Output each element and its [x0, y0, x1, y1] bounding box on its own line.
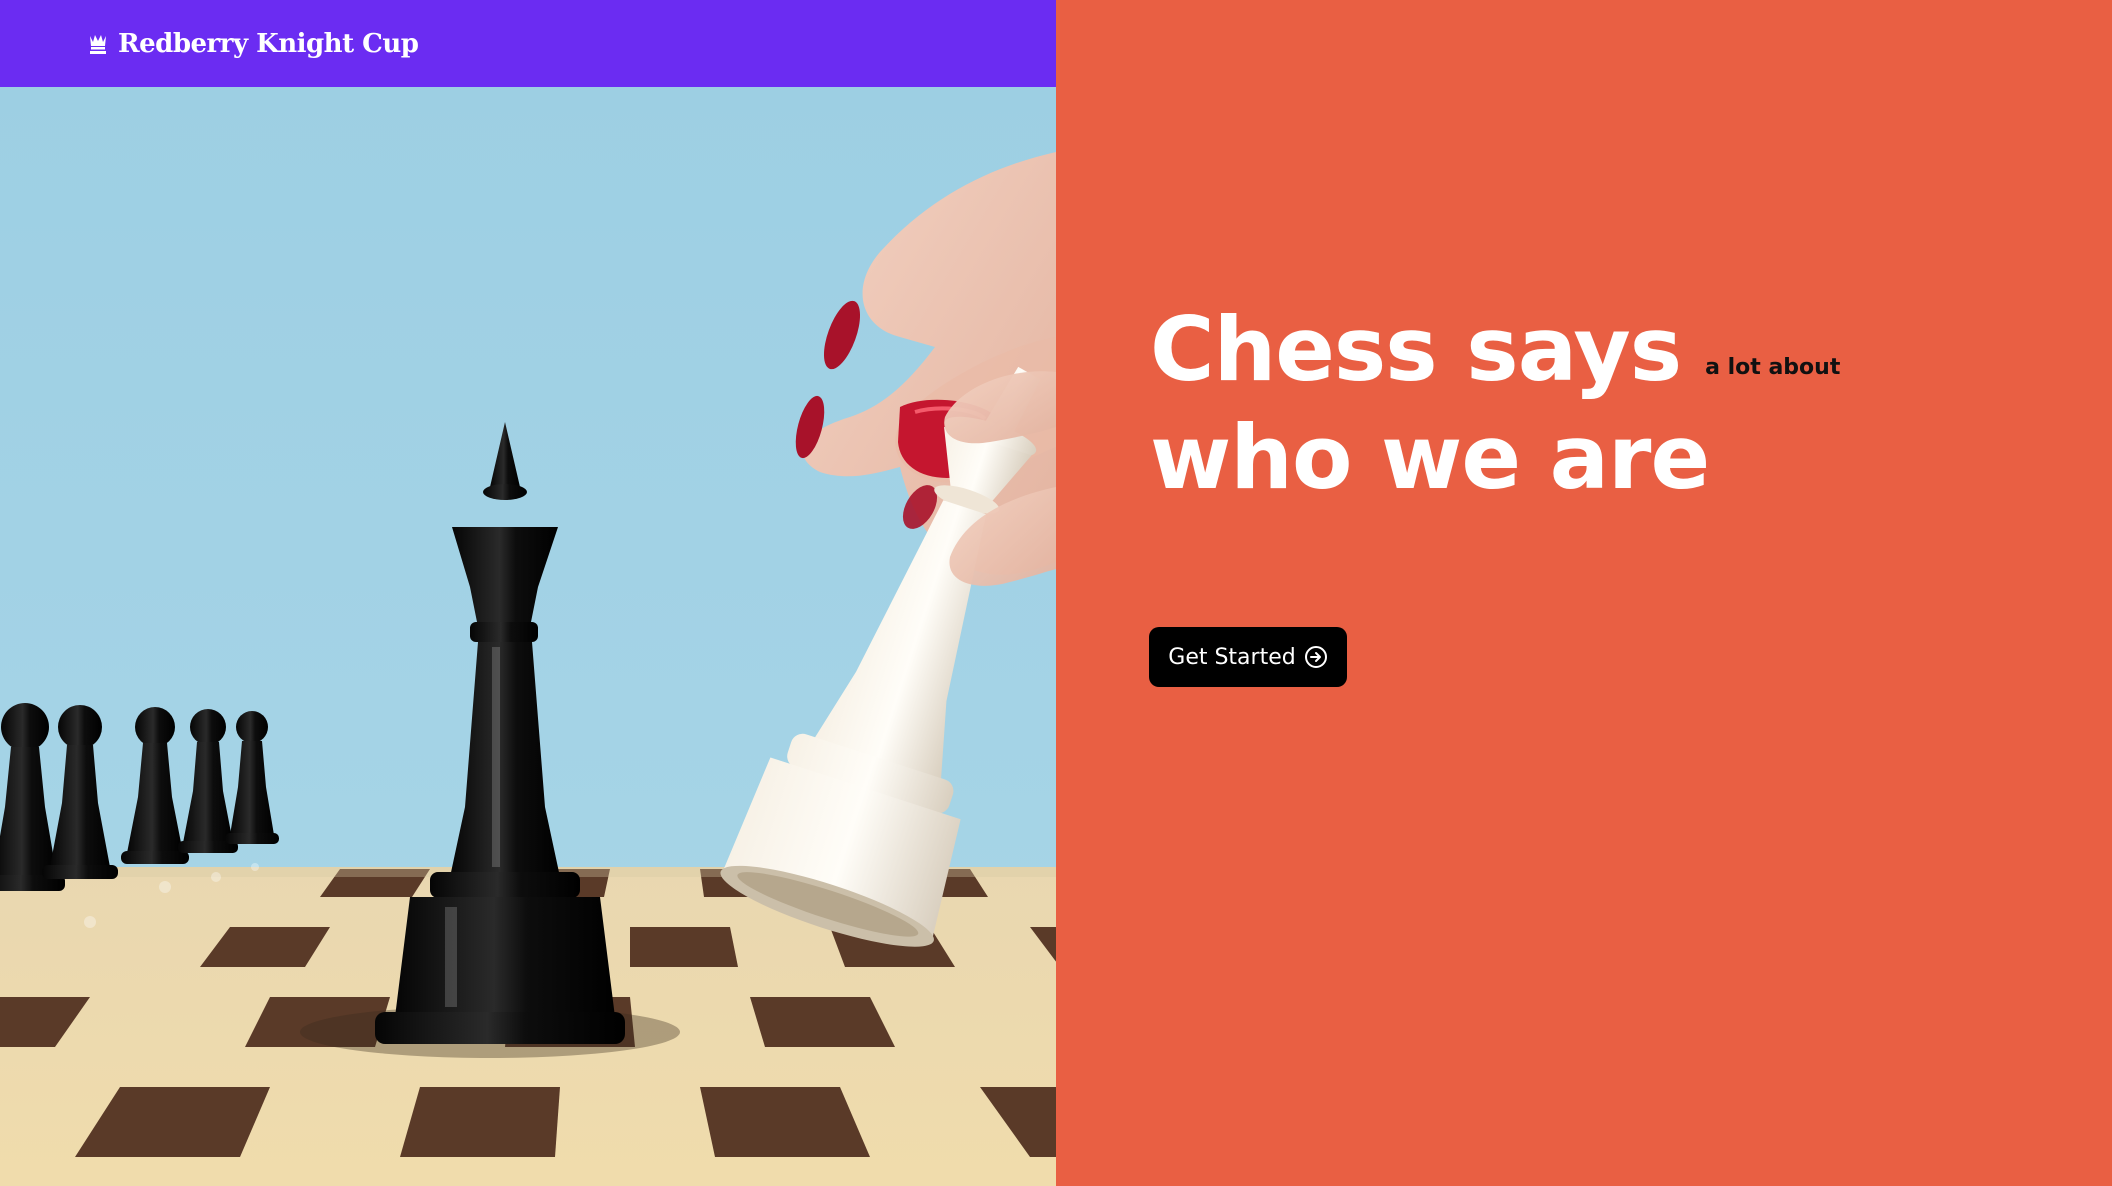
- arrow-right-circle-icon: [1304, 645, 1328, 669]
- brand-name: Redberry Knight Cup: [118, 28, 419, 59]
- top-bar: Redberry Knight Cup: [0, 0, 1056, 87]
- hero-image-panel: Redberry Knight Cup: [0, 0, 1056, 1186]
- get-started-button[interactable]: Get Started: [1149, 627, 1347, 687]
- get-started-label: Get Started: [1168, 644, 1296, 670]
- headline-line-1: Chess says: [1150, 298, 1682, 401]
- brand-logo[interactable]: Redberry Knight Cup: [88, 28, 419, 59]
- hero-headline: Chess says a lot about who we are: [1150, 296, 1840, 512]
- headline-line-2: who we are: [1150, 406, 1710, 509]
- headline-aside: a lot about: [1705, 355, 1841, 380]
- hero-content-panel: Chess says a lot about who we are: [1056, 0, 2112, 1186]
- chess-photo: [0, 87, 1056, 1186]
- chess-queen-icon: [88, 33, 108, 55]
